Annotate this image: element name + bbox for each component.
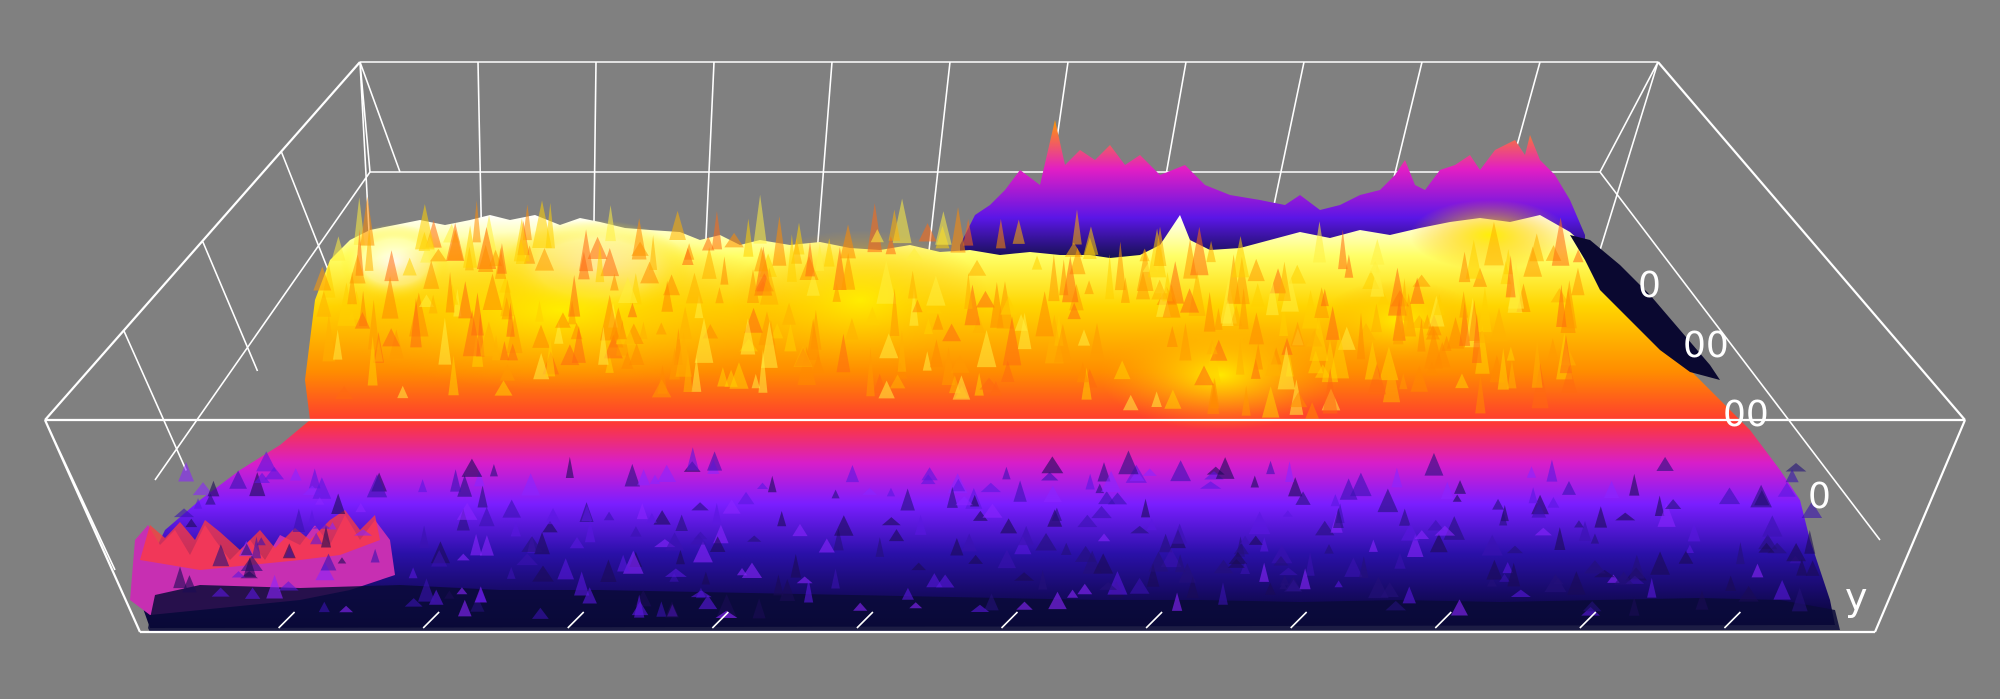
surface-spike (711, 210, 723, 250)
surface-mesh (130, 120, 1840, 632)
y-tick-label: 00 (1723, 394, 1769, 435)
y-tick-label: 0 (1808, 476, 1831, 517)
side-wall-gridline (359, 61, 401, 173)
surface-spike (360, 196, 375, 246)
surface-plot: 0 00 00 0 y (43, 61, 1967, 634)
y-axis-title: y (1845, 575, 1868, 619)
surface-spike (753, 194, 767, 244)
side-wall-gridline (280, 151, 330, 272)
box-front-left-edge (43, 419, 142, 633)
surface-spike (772, 216, 787, 266)
surface-hotspot-yellow-3 (1100, 320, 1340, 430)
surface-spike (669, 210, 686, 241)
surface-spike (743, 218, 754, 257)
y-tick-label: 0 (1638, 265, 1661, 306)
back-wall-gridline (928, 61, 951, 251)
box-front-right-edge (1873, 419, 1967, 633)
surface-spike (950, 207, 966, 253)
surface-spike (935, 211, 952, 245)
surface-spike (918, 223, 937, 242)
back-wall-gridline (704, 61, 715, 251)
surface-spike (1785, 463, 1807, 472)
surface-spike (178, 461, 195, 482)
back-wall-gridline (816, 61, 833, 251)
side-wall-gridline (201, 240, 259, 372)
surface-spike (867, 203, 883, 253)
y-tick-label: 00 (1683, 325, 1729, 366)
